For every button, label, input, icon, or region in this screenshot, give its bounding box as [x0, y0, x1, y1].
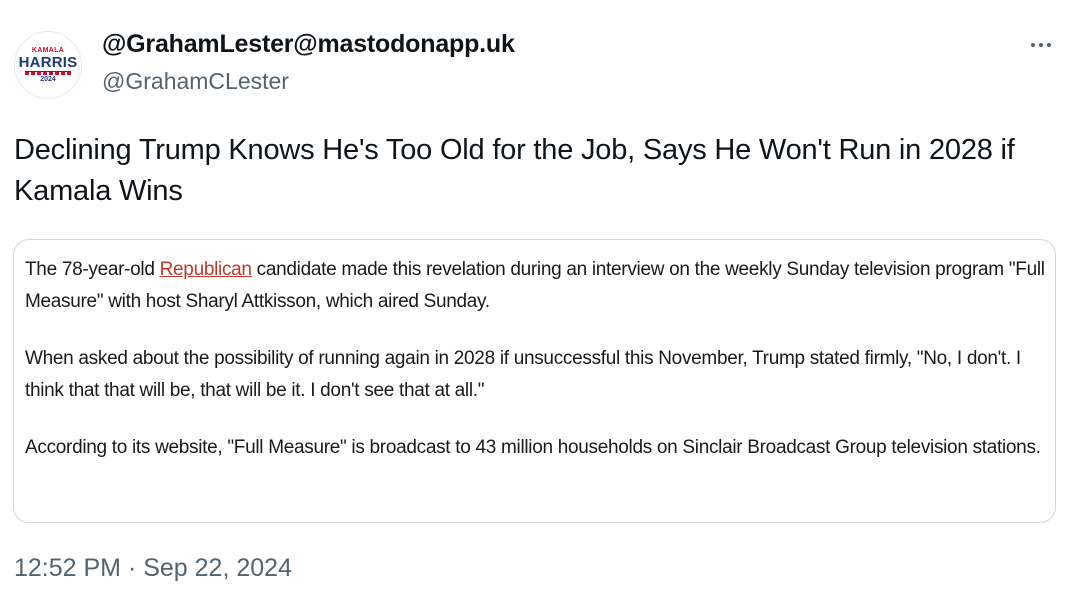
quoted-article-card[interactable]: The 78-year-old Republican candidate mad… — [13, 239, 1056, 523]
quote-p1-before: The 78-year-old — [25, 259, 160, 280]
more-horizontal-icon — [1039, 43, 1043, 47]
avatar-text-year: 2024 — [40, 75, 56, 83]
more-horizontal-icon — [1031, 43, 1035, 47]
quote-paragraph-2: When asked about the possibility of runn… — [25, 348, 1021, 401]
post-timestamp[interactable]: 12:52 PM · Sep 22, 2024 — [14, 554, 292, 583]
more-horizontal-icon — [1047, 43, 1051, 47]
post: KAMALA HARRIS 2024 @GrahamLester@mastodo… — [0, 0, 1069, 601]
author-handle[interactable]: @GrahamCLester — [102, 68, 289, 95]
republican-link[interactable]: Republican — [160, 259, 252, 280]
author-display-name[interactable]: @GrahamLester@mastodonapp.uk — [102, 30, 515, 59]
avatar-stripe — [25, 70, 71, 75]
avatar[interactable]: KAMALA HARRIS 2024 — [14, 31, 82, 99]
avatar-text-main: HARRIS — [18, 53, 78, 71]
more-options-button[interactable] — [1024, 30, 1058, 60]
post-text: Declining Trump Knows He's Too Old for t… — [14, 134, 1015, 207]
quote-paragraph-3: According to its website, "Full Measure"… — [25, 437, 1041, 458]
quote-paragraph-1: The 78-year-old Republican candidate mad… — [25, 254, 1045, 318]
